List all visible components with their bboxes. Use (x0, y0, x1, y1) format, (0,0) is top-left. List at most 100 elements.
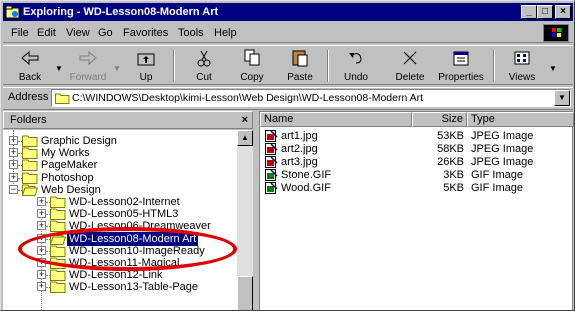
file-size: 5KB (443, 182, 464, 194)
file-size: 58KB (437, 143, 464, 155)
expand-icon[interactable]: + (37, 282, 46, 292)
file-row[interactable]: Wood.GIF 5KB GIF Image (260, 181, 574, 195)
file-type: GIF Image (471, 182, 523, 194)
menu-help[interactable]: Help (214, 23, 237, 43)
column-header-name[interactable]: Name (260, 112, 412, 127)
folder-icon (50, 195, 66, 208)
up-folder-icon (137, 53, 155, 66)
folder-icon (22, 146, 38, 160)
folder-tree: + Graphic Design + My Works + PageMaker + Photo… (3, 130, 237, 310)
scissors-icon (197, 50, 211, 67)
views-icon (514, 51, 530, 65)
file-type: GIF Image (471, 169, 523, 181)
forward-button[interactable]: Forward (65, 48, 111, 84)
address-value: C:\WINDOWS\Desktop\kimi-Lesson\Web Desig… (72, 92, 424, 104)
minimize-button[interactable]: _ (521, 5, 537, 19)
properties-icon (453, 51, 469, 66)
back-arrow-icon (21, 50, 39, 66)
up-button[interactable]: Up (123, 48, 169, 84)
folder-icon (50, 207, 66, 221)
panes: Folders × + Graphic Design + My Works + PageM… (3, 109, 574, 310)
column-header-size[interactable]: Size (412, 112, 467, 127)
scroll-up-arrow-icon[interactable]: ▲ (237, 130, 253, 146)
title-bar[interactable]: Exploring - WD-Lesson08-Modern Art _ □ × (3, 3, 573, 21)
open-folder-icon (21, 183, 39, 196)
folder-tree-scrollbar[interactable]: ▲ (237, 130, 253, 310)
scroll-thumb[interactable] (237, 276, 253, 310)
expand-icon[interactable]: + (37, 197, 46, 206)
copy-button[interactable]: Copy (229, 48, 275, 84)
menu-view[interactable]: View (66, 23, 90, 43)
folder-icon (50, 244, 66, 257)
menu-edit[interactable]: Edit (37, 23, 56, 43)
expand-icon[interactable]: + (37, 221, 46, 231)
folder-icon (22, 171, 38, 184)
expand-icon[interactable]: + (37, 209, 46, 219)
file-row[interactable]: Stone.GIF 3KB GIF Image (260, 168, 574, 182)
forward-dropdown-icon[interactable]: ▼ (113, 64, 121, 73)
expand-icon[interactable]: + (9, 160, 18, 170)
folder-icon (22, 158, 38, 172)
gif-file-icon (265, 182, 278, 194)
file-name: art3.jpg (281, 156, 318, 168)
address-dropdown-button[interactable]: ▼ (554, 90, 570, 106)
jpeg-file-icon (265, 156, 278, 168)
column-header-type[interactable]: Type (467, 112, 574, 127)
undo-icon (349, 53, 362, 64)
explorer-app-icon (6, 5, 20, 19)
address-field[interactable]: C:\WINDOWS\Desktop\kimi-Lesson\Web Desig… (51, 89, 571, 107)
close-button[interactable]: × (555, 5, 571, 19)
toolbar-separator (493, 50, 495, 82)
menu-favorites[interactable]: Favorites (123, 23, 168, 43)
folder-icon (22, 134, 38, 147)
delete-x-icon (403, 51, 417, 65)
delete-button[interactable]: Delete (387, 48, 433, 84)
file-size: 53KB (437, 130, 464, 142)
back-button[interactable]: Back (7, 48, 53, 84)
window-title: Exploring - WD-Lesson08-Modern Art (23, 6, 219, 18)
toolbar-separator (327, 50, 329, 82)
folder-icon (50, 268, 66, 282)
expand-icon[interactable]: + (37, 270, 46, 280)
expand-icon[interactable]: + (9, 172, 18, 182)
file-type: JPEG Image (471, 130, 534, 142)
tree-node[interactable]: + WD-Lesson13-Table-Page (3, 280, 237, 294)
back-dropdown-icon[interactable]: ▼ (55, 64, 63, 73)
views-dropdown-icon[interactable]: ▼ (549, 64, 557, 73)
maximize-button[interactable]: □ (537, 5, 553, 19)
folder-icon (50, 280, 66, 294)
expand-icon[interactable]: + (9, 148, 18, 158)
menu-tools[interactable]: Tools (178, 23, 204, 43)
file-size: 26KB (437, 156, 464, 168)
expand-icon[interactable]: + (37, 233, 46, 243)
copy-icon (244, 49, 260, 66)
menu-file[interactable]: File (11, 23, 29, 43)
collapse-icon[interactable]: − (9, 184, 18, 194)
close-folders-pane-icon[interactable]: × (242, 112, 248, 128)
undo-button[interactable]: Undo (333, 48, 379, 84)
windows-logo-icon (543, 24, 569, 42)
expand-icon[interactable]: + (9, 136, 18, 145)
folder-icon (50, 219, 66, 233)
file-row[interactable]: art2.jpg 58KB JPEG Image (260, 142, 574, 156)
cut-button[interactable]: Cut (181, 48, 227, 84)
clipboard-icon (292, 50, 308, 67)
toolbar: Back ▼ Forward ▼ Up Cut Copy Paste Undo (3, 45, 573, 85)
folders-pane-header: Folders × (3, 111, 253, 129)
views-button[interactable]: Views (499, 48, 545, 84)
tree-node-label[interactable]: WD-Lesson13-Table-Page (67, 280, 200, 294)
file-row[interactable]: art3.jpg 26KB JPEG Image (260, 155, 574, 169)
file-name: Wood.GIF (281, 182, 331, 194)
folder-icon (55, 93, 70, 104)
file-row[interactable]: art1.jpg 53KB JPEG Image (260, 129, 574, 143)
forward-arrow-icon (79, 50, 97, 66)
open-folder-icon (49, 232, 67, 245)
menu-go[interactable]: Go (98, 23, 113, 43)
paste-button[interactable]: Paste (277, 48, 323, 84)
expand-icon[interactable]: + (37, 258, 46, 267)
properties-button[interactable]: Properties (435, 48, 487, 84)
address-label: Address (8, 91, 49, 103)
file-list-header: Name Size Type (260, 112, 574, 127)
expand-icon[interactable]: + (37, 245, 46, 255)
menu-bar: File Edit View Go Favorites Tools Help (3, 23, 573, 43)
